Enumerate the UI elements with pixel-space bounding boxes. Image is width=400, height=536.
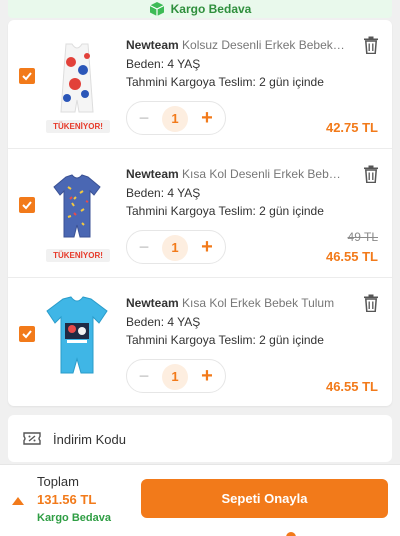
free-shipping-banner: Kargo Bedava xyxy=(8,0,392,18)
delete-item-icon[interactable] xyxy=(364,294,378,313)
delete-item-icon[interactable] xyxy=(364,165,378,184)
product-image[interactable] xyxy=(44,163,110,253)
product-brand: Newteam xyxy=(126,167,179,181)
product-image[interactable] xyxy=(44,292,110,382)
item-price: 42.75 TL xyxy=(325,120,378,135)
quantity-value: 1 xyxy=(162,364,188,390)
delivery-estimate: Tahmini Kargoya Teslim: 2 gün içinde xyxy=(126,204,324,218)
item-price: 46.55 TL xyxy=(325,249,378,264)
cart-item: Newteam Kısa Kol Erkek Bebek Tulum Beden… xyxy=(8,278,392,407)
product-name: Kısa Kol Desenli Erkek Bebek ... xyxy=(182,167,346,181)
product-brand: Newteam xyxy=(126,38,179,52)
package-icon xyxy=(149,1,165,17)
quantity-stepper: − 1 + xyxy=(126,230,226,264)
confirm-cart-button[interactable]: Sepeti Onayla xyxy=(141,479,388,518)
low-stock-badge: TÜKENİYOR! xyxy=(46,120,110,133)
cart-items-list: TÜKENİYOR! Newteam Kolsuz Desenli Erkek … xyxy=(8,20,392,406)
free-shipping-label: Kargo Bedava xyxy=(170,2,252,16)
nav-indicator-dot xyxy=(286,532,296,536)
increase-quantity-button[interactable]: + xyxy=(198,237,216,257)
item-price: 46.55 TL xyxy=(325,379,378,394)
delivery-estimate: Tahmini Kargoya Teslim: 2 gün içinde xyxy=(126,333,324,347)
low-stock-badge: TÜKENİYOR! xyxy=(46,249,110,262)
decrease-quantity-button[interactable]: − xyxy=(137,367,151,385)
product-size: Beden: 4 YAŞ xyxy=(126,57,201,71)
item-original-price: 49 TL xyxy=(347,230,378,244)
quantity-stepper: − 1 + xyxy=(126,101,226,135)
checkout-footer: Toplam 131.56 TL Kargo Bedava Sepeti Ona… xyxy=(0,464,400,536)
delete-item-icon[interactable] xyxy=(364,36,378,55)
ticket-icon xyxy=(23,432,41,445)
product-brand: Newteam xyxy=(126,296,179,310)
product-title[interactable]: Newteam Kolsuz Desenli Erkek Bebek T... xyxy=(126,38,346,52)
quantity-value: 1 xyxy=(162,235,188,261)
decrease-quantity-button[interactable]: − xyxy=(137,109,151,127)
discount-code-label: İndirim Kodu xyxy=(53,432,126,447)
cart-item: TÜKENİYOR! Newteam Kolsuz Desenli Erkek … xyxy=(8,20,392,149)
quantity-stepper: − 1 + xyxy=(126,359,226,393)
cart-item: TÜKENİYOR! Newteam Kısa Kol Desenli Erke… xyxy=(8,149,392,278)
product-size: Beden: 4 YAŞ xyxy=(126,315,201,329)
total-label: Toplam xyxy=(37,474,79,489)
product-name: Kısa Kol Erkek Bebek Tulum xyxy=(182,296,335,310)
product-name: Kolsuz Desenli Erkek Bebek T... xyxy=(182,38,346,52)
item-checkbox[interactable] xyxy=(19,197,35,213)
increase-quantity-button[interactable]: + xyxy=(198,366,216,386)
decrease-quantity-button[interactable]: − xyxy=(137,238,151,256)
total-value: 131.56 TL xyxy=(37,492,97,507)
delivery-estimate: Tahmini Kargoya Teslim: 2 gün içinde xyxy=(126,75,324,89)
free-shipping-label: Kargo Bedava xyxy=(37,512,111,524)
increase-quantity-button[interactable]: + xyxy=(198,108,216,128)
product-image[interactable] xyxy=(44,34,110,124)
product-size: Beden: 4 YAŞ xyxy=(126,186,201,200)
product-title[interactable]: Newteam Kısa Kol Desenli Erkek Bebek ... xyxy=(126,167,346,181)
expand-summary-icon[interactable] xyxy=(12,492,24,505)
quantity-value: 1 xyxy=(162,106,188,132)
item-checkbox[interactable] xyxy=(19,68,35,84)
product-title[interactable]: Newteam Kısa Kol Erkek Bebek Tulum xyxy=(126,296,346,310)
discount-code-row[interactable]: İndirim Kodu xyxy=(8,415,392,462)
item-checkbox[interactable] xyxy=(19,326,35,342)
